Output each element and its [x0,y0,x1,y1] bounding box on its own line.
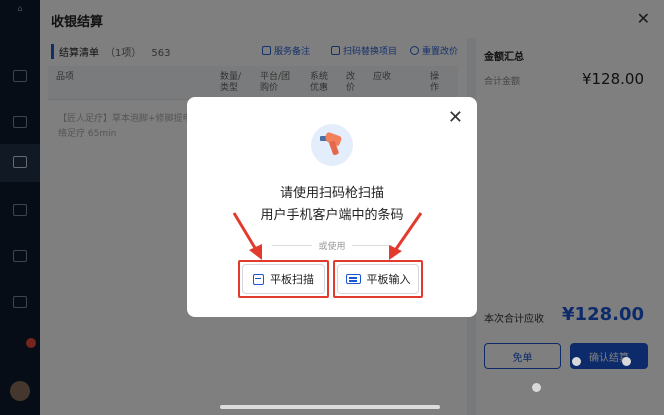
arrow-right-shaft [392,212,423,253]
annotation-arrows [232,212,423,260]
arrow-left-shaft [232,212,260,254]
